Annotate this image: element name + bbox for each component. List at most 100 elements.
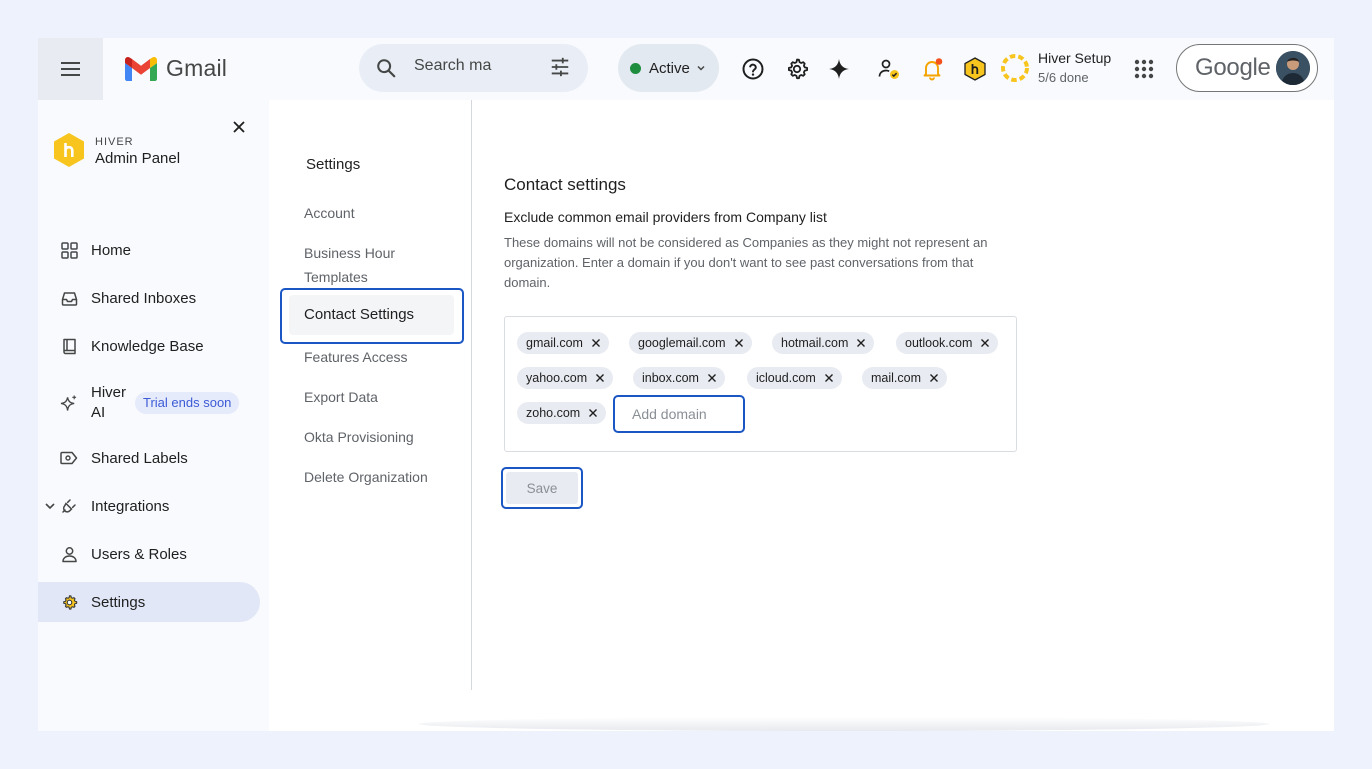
- close-icon: [589, 409, 598, 417]
- settings-nav-delete-organization[interactable]: Delete Organization: [304, 465, 428, 489]
- apps-grid-icon[interactable]: [1132, 57, 1156, 81]
- sparkle-icon: [829, 59, 849, 79]
- avatar: [1276, 51, 1310, 85]
- main-content: Settings Account Business Hour Templates …: [269, 100, 1334, 731]
- settings-nav-title: Settings: [306, 156, 361, 173]
- inbox-icon: [61, 291, 77, 306]
- status-indicator: [630, 62, 641, 74]
- remove-domain-button[interactable]: [929, 373, 939, 383]
- status-label: Active: [649, 59, 690, 77]
- settings-nav-account[interactable]: Account: [304, 201, 355, 225]
- bottom-shadow: [419, 717, 1269, 731]
- sparkle-icon: [60, 394, 77, 411]
- sidebar-item-shared-labels[interactable]: Shared Labels: [38, 438, 260, 478]
- sidebar-item-integrations[interactable]: Integrations: [38, 486, 260, 526]
- user-status-button[interactable]: [875, 55, 903, 83]
- remove-domain-button[interactable]: [707, 373, 717, 383]
- domain-chip: zoho.com: [517, 402, 607, 424]
- search-icon[interactable]: [375, 57, 397, 79]
- sidebar-item-hiver-ai[interactable]: Hiver AI Trial ends soon: [38, 380, 260, 426]
- remove-domain-button[interactable]: [734, 338, 744, 348]
- sidebar-item-label: Integrations: [91, 497, 170, 515]
- close-icon: [596, 374, 605, 382]
- help-icon: [742, 58, 764, 80]
- grid-icon: [60, 241, 78, 259]
- hiver-brand: HIVER Admin Panel: [53, 132, 180, 168]
- close-icon: [981, 339, 990, 347]
- domain-chip: icloud.com: [747, 367, 842, 389]
- app-window: Gmail Active: [38, 38, 1334, 731]
- gmail-logo[interactable]: Gmail: [125, 55, 227, 82]
- domain-chip: hotmail.com: [772, 332, 875, 354]
- section-heading: Exclude common email providers from Comp…: [504, 209, 827, 225]
- close-icon: [857, 339, 866, 347]
- sidebar-item-label: Hiver AI: [91, 384, 127, 421]
- settings-nav-label: Contact Settings: [304, 306, 415, 323]
- bell-icon: [923, 58, 943, 81]
- remove-domain-button[interactable]: [588, 408, 598, 418]
- help-button[interactable]: [739, 55, 767, 83]
- close-icon[interactable]: [232, 120, 246, 134]
- trial-badge: Trial ends soon: [135, 392, 240, 414]
- user-check-icon: [878, 59, 899, 79]
- search-bar[interactable]: [359, 44, 588, 92]
- search-input[interactable]: [414, 57, 534, 75]
- sidebar-item-home[interactable]: Home: [38, 230, 260, 270]
- page-title: Contact settings: [504, 175, 626, 194]
- gear-icon: [62, 594, 77, 610]
- domain-chip: googlemail.com: [629, 332, 752, 354]
- book-icon: [62, 338, 76, 354]
- hiver-logo-icon: [54, 133, 84, 167]
- settings-nav-export-data[interactable]: Export Data: [304, 385, 378, 409]
- section-description: These domains will not be considered as …: [504, 235, 988, 290]
- search-options-icon[interactable]: [549, 56, 571, 78]
- domain-chip: yahoo.com: [517, 367, 614, 389]
- domain-tag-input[interactable]: gmail.com googlemail.com hotmail.com out…: [504, 316, 1017, 452]
- hiver-setup-progress[interactable]: Hiver Setup 5/6 done: [1000, 48, 1111, 88]
- settings-nav: Settings Account Business Hour Templates …: [269, 100, 472, 690]
- gemini-button[interactable]: [825, 55, 853, 83]
- brand-label: HIVER: [95, 135, 134, 148]
- close-icon: [824, 374, 833, 382]
- remove-domain-button[interactable]: [980, 338, 990, 348]
- remove-domain-button[interactable]: [591, 338, 601, 348]
- google-wordmark: Google: [1195, 54, 1271, 81]
- sidebar-item-label: Knowledge Base: [91, 337, 204, 355]
- close-icon: [734, 339, 743, 347]
- save-button-focus-ring: Save: [501, 467, 583, 509]
- add-domain-input[interactable]: [613, 395, 745, 433]
- main-menu-button[interactable]: [38, 38, 103, 100]
- sidebar-item-settings[interactable]: Settings: [38, 582, 260, 622]
- save-button[interactable]: Save: [506, 472, 578, 504]
- chevron-down-icon: [697, 65, 705, 71]
- hiver-admin-sidebar: HIVER Admin Panel Home Shared Inboxes Kn…: [38, 100, 268, 731]
- domain-chip: inbox.com: [633, 367, 725, 389]
- settings-nav-features-access[interactable]: Features Access: [304, 345, 408, 369]
- sidebar-item-users-roles[interactable]: Users & Roles: [38, 534, 260, 574]
- domain-chip: outlook.com: [896, 332, 999, 354]
- google-account-button[interactable]: Google: [1176, 44, 1318, 92]
- settings-nav-contact-settings[interactable]: Contact Settings: [280, 288, 464, 344]
- chevron-down-icon[interactable]: [44, 500, 56, 512]
- sidebar-item-knowledge-base[interactable]: Knowledge Base: [38, 326, 260, 366]
- sidebar-item-label: Users & Roles: [91, 545, 187, 563]
- settings-nav-okta-provisioning[interactable]: Okta Provisioning: [304, 425, 414, 449]
- settings-button[interactable]: [783, 55, 811, 83]
- hiver-logo-icon: [964, 57, 986, 81]
- gmail-m-icon: [125, 56, 157, 81]
- sidebar-item-shared-inboxes[interactable]: Shared Inboxes: [38, 278, 260, 318]
- setup-title: Hiver Setup: [1038, 50, 1112, 66]
- status-dropdown[interactable]: Active: [618, 44, 719, 92]
- remove-domain-button[interactable]: [856, 338, 866, 348]
- remove-domain-button[interactable]: [595, 373, 605, 383]
- remove-domain-button[interactable]: [824, 373, 834, 383]
- settings-nav-business-hour-templates[interactable]: Business Hour Templates: [304, 241, 395, 289]
- brand-title: Admin Panel: [95, 149, 181, 167]
- hiver-button[interactable]: [961, 55, 989, 83]
- sidebar-item-label: Home: [91, 241, 132, 259]
- hamburger-icon: [60, 62, 80, 76]
- gear-icon: [788, 58, 808, 80]
- notifications-button[interactable]: [918, 55, 946, 83]
- top-bar: Gmail Active: [38, 38, 1334, 100]
- close-icon: [591, 339, 600, 347]
